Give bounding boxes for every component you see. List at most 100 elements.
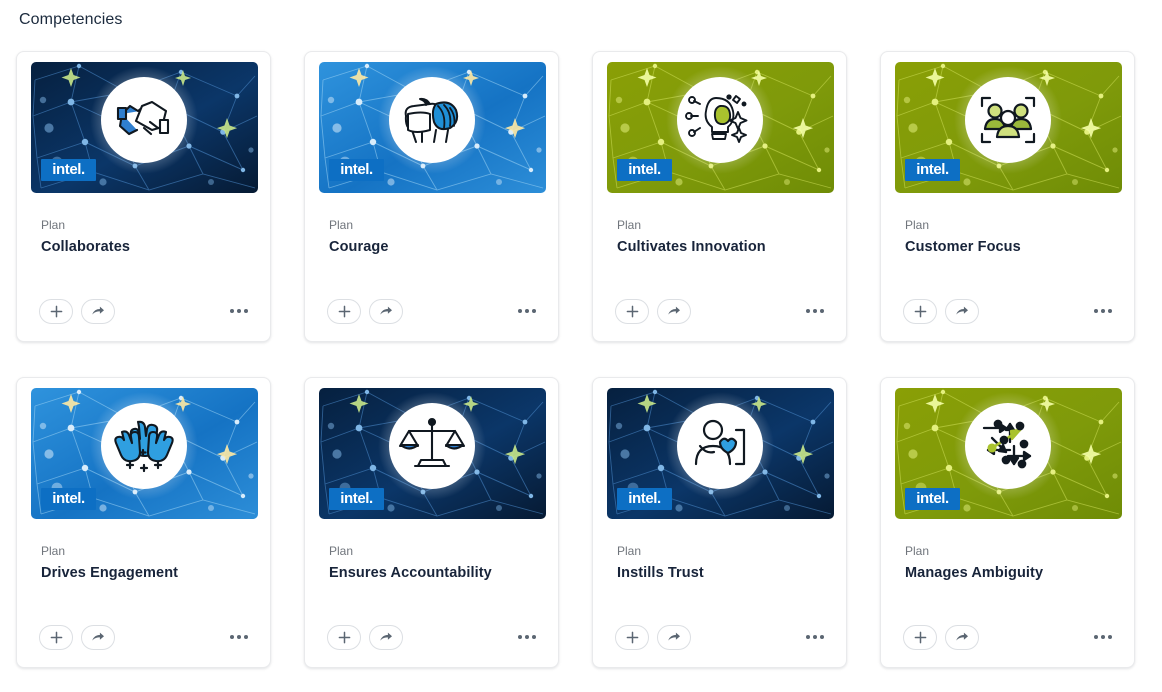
share-button[interactable] [81, 298, 115, 324]
competency-card-manages-ambiguity[interactable]: intel. Plan Manages Ambiguity [880, 377, 1135, 668]
add-button[interactable] [327, 298, 361, 324]
intel-wordmark: intel. [52, 160, 85, 178]
card-title: Manages Ambiguity [905, 565, 1044, 581]
more-dot [518, 309, 522, 313]
card-kicker: Plan [329, 218, 354, 232]
share-arrow-icon [956, 306, 968, 315]
more-dot [237, 635, 241, 639]
more-dot [230, 635, 234, 639]
card-banner-image: intel. [895, 388, 1122, 519]
more-options-button[interactable] [228, 305, 250, 317]
share-button[interactable] [369, 298, 403, 324]
share-arrow-icon [956, 632, 968, 641]
card-banner-image: intel. [31, 388, 258, 519]
intel-logo: intel. [41, 159, 96, 181]
card-kicker: Plan [329, 544, 354, 558]
more-dot [237, 309, 241, 313]
intel-wordmark: intel. [340, 160, 373, 178]
competency-card-collaborates[interactable]: intel. Plan Collaborates [16, 51, 271, 342]
intel-logo: intel. [329, 159, 384, 181]
card-actions [327, 624, 540, 650]
plus-icon [338, 305, 350, 317]
more-dot [532, 309, 536, 313]
more-dot [820, 309, 824, 313]
add-button[interactable] [615, 624, 649, 650]
card-actions [903, 624, 1116, 650]
card-actions [615, 624, 828, 650]
intel-logo: intel. [617, 488, 672, 510]
plus-icon [626, 631, 638, 643]
more-options-button[interactable] [228, 631, 250, 643]
more-dot [1101, 309, 1105, 313]
more-dot [813, 635, 817, 639]
add-button[interactable] [39, 624, 73, 650]
competency-card-cultivates-innovation[interactable]: intel. Plan Cultivates Innovation [592, 51, 847, 342]
plus-icon [626, 305, 638, 317]
competency-card-courage[interactable]: intel. Plan Courage [304, 51, 559, 342]
intel-logo: intel. [329, 488, 384, 510]
share-arrow-icon [92, 306, 104, 315]
share-button[interactable] [945, 624, 979, 650]
card-actions [327, 298, 540, 324]
competency-card-drives-engagement[interactable]: intel. Plan Drives Engagement [16, 377, 271, 668]
add-button[interactable] [903, 298, 937, 324]
add-button[interactable] [903, 624, 937, 650]
card-title: Collaborates [41, 239, 131, 255]
more-dot [525, 635, 529, 639]
card-title: Ensures Accountability [329, 565, 492, 581]
card-actions [615, 298, 828, 324]
share-arrow-icon [380, 632, 392, 641]
share-button[interactable] [657, 624, 691, 650]
more-dot [1108, 309, 1112, 313]
more-dot [525, 309, 529, 313]
more-options-button[interactable] [1092, 631, 1114, 643]
add-button[interactable] [327, 624, 361, 650]
competency-card-instills-trust[interactable]: intel. Plan Instills Trust [592, 377, 847, 668]
more-dot [813, 309, 817, 313]
add-button[interactable] [615, 298, 649, 324]
competency-card-grid: intel. Plan Collaborates intel. Plan Cou… [16, 51, 1146, 668]
share-button[interactable] [81, 624, 115, 650]
competency-card-ensures-accountability[interactable]: intel. Plan Ensures Accountability [304, 377, 559, 668]
more-dot [820, 635, 824, 639]
competency-card-customer-focus[interactable]: intel. Plan Customer Focus [880, 51, 1135, 342]
intel-wordmark: intel. [628, 489, 661, 507]
card-actions [903, 298, 1116, 324]
more-options-button[interactable] [804, 631, 826, 643]
plus-icon [50, 631, 62, 643]
more-options-button[interactable] [1092, 305, 1114, 317]
card-actions [39, 298, 252, 324]
card-banner-image: intel. [31, 62, 258, 193]
share-button[interactable] [369, 624, 403, 650]
more-options-button[interactable] [516, 305, 538, 317]
intel-wordmark: intel. [916, 489, 949, 507]
plus-icon [338, 631, 350, 643]
share-arrow-icon [668, 306, 680, 315]
more-dot [806, 309, 810, 313]
more-dot [1094, 309, 1098, 313]
add-button[interactable] [39, 298, 73, 324]
more-dot [1094, 635, 1098, 639]
card-title: Cultivates Innovation [617, 239, 766, 255]
share-button[interactable] [657, 298, 691, 324]
card-banner-image: intel. [895, 62, 1122, 193]
more-dot [806, 635, 810, 639]
plus-icon [50, 305, 62, 317]
card-kicker: Plan [905, 218, 930, 232]
share-arrow-icon [92, 632, 104, 641]
share-button[interactable] [945, 298, 979, 324]
more-dot [1108, 635, 1112, 639]
more-dot [244, 635, 248, 639]
card-title: Courage [329, 239, 389, 255]
intel-logo: intel. [905, 159, 960, 181]
more-options-button[interactable] [516, 631, 538, 643]
intel-logo: intel. [41, 488, 96, 510]
card-title: Instills Trust [617, 565, 704, 581]
intel-wordmark: intel. [628, 160, 661, 178]
card-kicker: Plan [905, 544, 930, 558]
more-dot [244, 309, 248, 313]
card-banner-image: intel. [607, 62, 834, 193]
intel-logo: intel. [905, 488, 960, 510]
card-kicker: Plan [617, 544, 642, 558]
more-options-button[interactable] [804, 305, 826, 317]
